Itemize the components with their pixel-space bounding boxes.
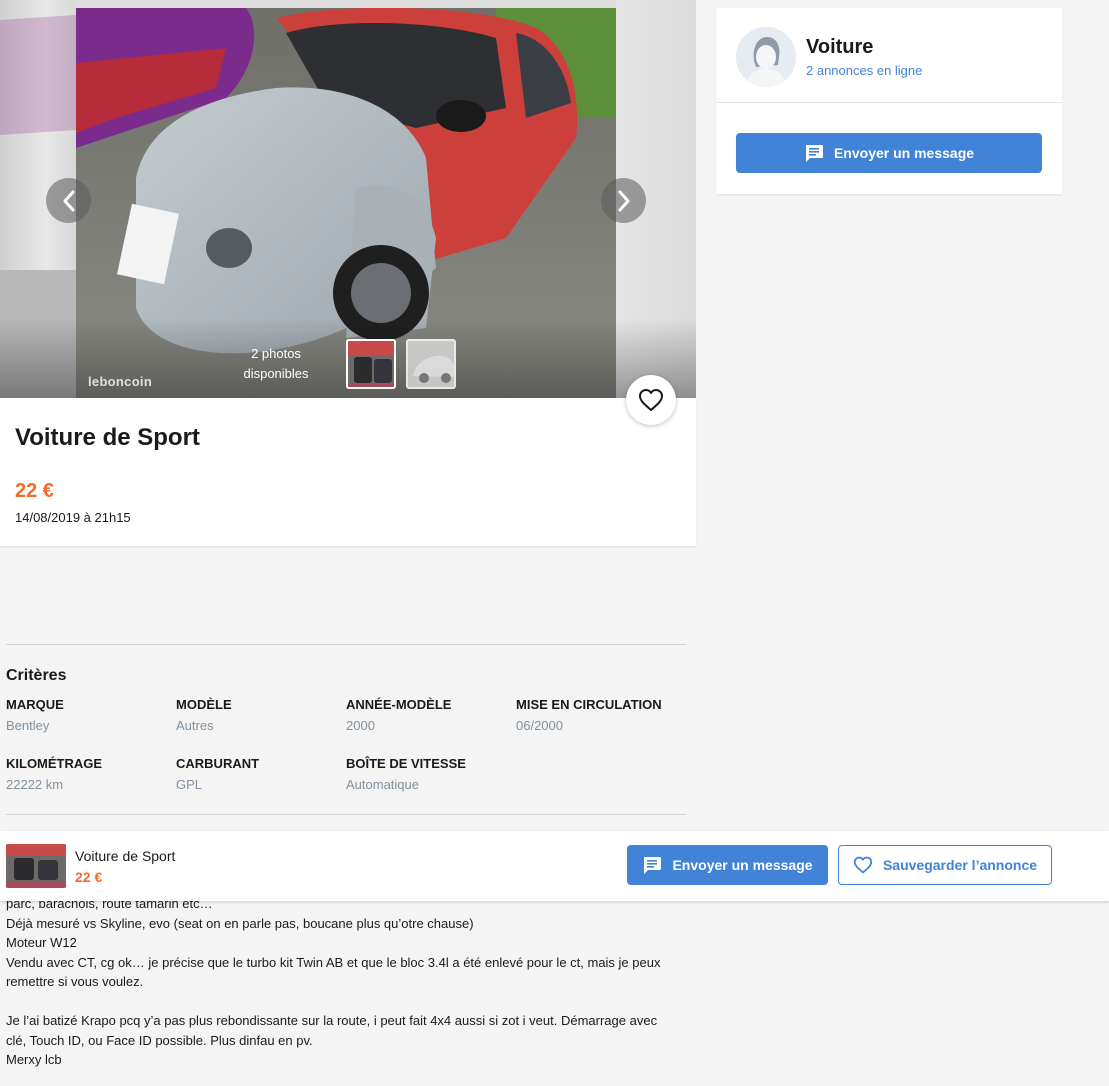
criteria-value: 2000 xyxy=(346,718,375,733)
criteria-value: 06/2000 xyxy=(516,718,563,733)
chat-icon xyxy=(644,856,662,874)
sticky-ad-bar: Voiture de Sport 22 € Envoyer un message… xyxy=(0,831,1109,901)
seller-listings-link[interactable]: 2 annonces en ligne xyxy=(806,63,922,78)
photo-count-line1: 2 photos xyxy=(251,346,301,361)
sticky-title: Voiture de Sport xyxy=(75,848,176,864)
criteria-label: BOÎTE DE VITESSE xyxy=(346,756,466,771)
seller-message-button-label: Envoyer un message xyxy=(833,145,975,161)
seller-divider xyxy=(716,102,1062,103)
criteria-label: MISE EN CIRCULATION xyxy=(516,697,662,712)
save-ad-button-label: Sauvegarder l’annonce xyxy=(882,857,1038,873)
criteria-fuel: CARBURANT GPL xyxy=(176,756,346,792)
criteria-bottom-divider xyxy=(6,814,686,815)
criteria-label: KILOMÉTRAGE xyxy=(6,756,103,771)
save-ad-button[interactable]: Sauvegarder l’annonce xyxy=(838,845,1052,885)
criteria-label: CARBURANT xyxy=(176,756,260,771)
criteria-value: Bentley xyxy=(6,718,50,733)
description-line xyxy=(6,992,696,1012)
criteria-model: MODÈLE Autres xyxy=(176,697,346,733)
criteria-value: Automatique xyxy=(346,777,419,792)
sticky-message-button[interactable]: Envoyer un message xyxy=(627,845,828,885)
seller-name[interactable]: Voiture xyxy=(806,36,873,59)
ad-price: 22 € xyxy=(15,480,54,502)
criteria-registration-date: MISE EN CIRCULATION 06/2000 xyxy=(516,697,686,733)
ad-date: 14/08/2019 à 21h15 xyxy=(15,510,131,525)
avatar[interactable] xyxy=(736,27,796,87)
description-line: Merxy lcb xyxy=(6,1052,62,1067)
criteria-value: GPL xyxy=(176,777,203,792)
heart-icon xyxy=(639,389,663,411)
sticky-message-button-label: Envoyer un message xyxy=(672,857,813,873)
criteria-model-year: ANNÉE-MODÈLE 2000 xyxy=(346,697,516,733)
thumbnail-car-interior[interactable] xyxy=(346,339,396,389)
criteria-value: Autres xyxy=(176,718,214,733)
ad-summary-card: Voiture de Sport 22 € 14/08/2019 à 21h15 xyxy=(0,398,696,546)
chat-icon xyxy=(805,144,823,162)
criteria-gearbox: BOÎTE DE VITESSE Automatique xyxy=(346,756,516,792)
criteria-label: MARQUE xyxy=(6,697,64,712)
thumbnail-car-exterior[interactable] xyxy=(406,339,456,389)
chevron-left-icon xyxy=(63,190,74,211)
criteria-brand: MARQUE Bentley xyxy=(6,697,176,733)
seller-message-button[interactable]: Envoyer un message xyxy=(736,133,1042,173)
criteria-title: Critères xyxy=(6,667,67,684)
criteria-label: ANNÉE-MODÈLE xyxy=(346,697,452,712)
favorite-button[interactable] xyxy=(626,375,676,425)
description-line: Moteur W12 xyxy=(6,935,77,950)
seller-card: Voiture 2 annonces en ligne Envoyer un m… xyxy=(716,8,1062,194)
heart-icon xyxy=(853,856,873,874)
photo-count-label[interactable]: 2 photos disponibles xyxy=(226,344,326,384)
leboncoin-watermark: leboncoin xyxy=(88,374,153,389)
criteria-label: MODÈLE xyxy=(176,697,232,712)
chevron-right-icon xyxy=(618,190,629,211)
description-line: Vendu avec CT, cg ok… je précise que le … xyxy=(6,954,661,970)
description-line: remettre si vous voulez. xyxy=(6,974,144,989)
criteria-top-divider xyxy=(6,644,686,645)
gallery-next-button[interactable] xyxy=(601,178,646,223)
description-line: Je l’ai batizé Krapo pcq y’a pas plus re… xyxy=(6,1013,658,1028)
criteria-mileage: KILOMÉTRAGE 22222 km xyxy=(6,756,176,792)
description-line: clé, Touch ID, ou Face ID possible. Plus… xyxy=(6,1032,313,1048)
photo-gallery: leboncoin 2 photos disponibles xyxy=(0,0,696,398)
ad-description: parc, barachois, route tamarin etc… Déjà… xyxy=(6,889,696,1070)
description-line: Déjà mesuré vs Skyline, evo (seat on en … xyxy=(6,915,474,931)
photo-count-line2: disponibles xyxy=(243,366,309,381)
sticky-thumbnail[interactable] xyxy=(6,844,66,888)
criteria-value: 22222 km xyxy=(6,777,64,792)
sticky-price: 22 € xyxy=(75,869,103,885)
gallery-prev-button[interactable] xyxy=(46,178,91,223)
ad-title: Voiture de Sport xyxy=(15,424,200,451)
